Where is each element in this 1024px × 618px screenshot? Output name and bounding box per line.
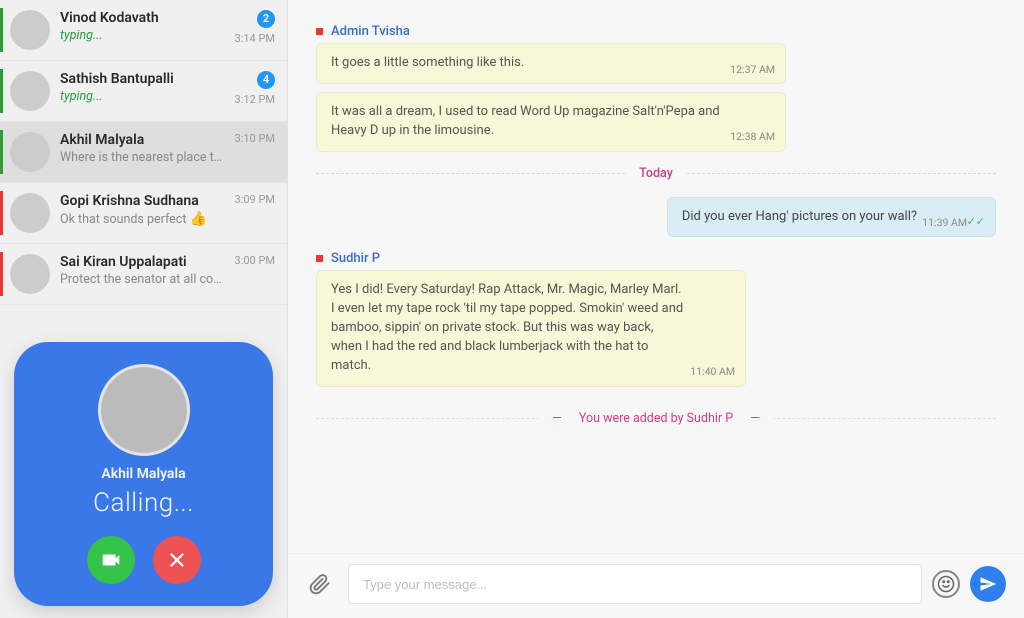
message-time: 11:39 AM [922, 215, 967, 230]
status-stripe [0, 252, 3, 296]
message-bubble[interactable]: Yes I did! Every Saturday! Rap Attack, M… [316, 270, 746, 386]
contact-time: 3:00 PM [235, 254, 275, 267]
contact-time: 3:09 PM [235, 193, 275, 206]
double-check-icon: ✓✓ [967, 214, 985, 230]
avatar [10, 254, 50, 294]
system-message: — You were added by Sudhir P — [316, 411, 996, 426]
avatar [10, 71, 50, 111]
sender-dot-icon [316, 28, 323, 35]
sender-header: Sudhir P [316, 251, 996, 266]
send-button[interactable] [970, 566, 1006, 602]
sender-name: Sudhir P [331, 251, 380, 266]
contact-time: 3:10 PM [235, 132, 275, 145]
send-icon [979, 575, 997, 593]
contact-name: Sathish Bantupalli [60, 71, 225, 87]
message-incoming: It was all a dream, I used to read Word … [316, 92, 996, 152]
message-time: 11:40 AM [690, 364, 735, 379]
video-icon [100, 549, 122, 571]
sender-dot-icon [316, 255, 323, 262]
message-bubble[interactable]: Did you ever Hang' pictures on your wall… [667, 197, 996, 238]
smile-icon [937, 575, 955, 593]
contact-name: Sai Kiran Uppalapati [60, 254, 225, 270]
end-call-button[interactable] [153, 536, 201, 584]
avatar [10, 193, 50, 233]
contact-time: 3:14 PM [235, 32, 275, 45]
message-incoming: Yes I did! Every Saturday! Rap Attack, M… [316, 270, 996, 386]
sender-name: Admin Tvisha [331, 24, 410, 39]
message-bubble[interactable]: It goes a little something like this. 12… [316, 43, 786, 84]
contact-preview: typing... [60, 28, 225, 43]
sender-header: Admin Tvisha [316, 24, 996, 39]
contact-item[interactable]: Sathish Bantupalli typing... 4 3:12 PM [0, 61, 287, 122]
sidebar: Vinod Kodavath typing... 2 3:14 PM Sathi… [0, 0, 288, 618]
attach-button[interactable] [302, 566, 338, 602]
status-stripe [0, 8, 3, 52]
message-time: 12:37 AM [730, 62, 775, 77]
message-bubble[interactable]: It was all a dream, I used to read Word … [316, 92, 786, 152]
call-caller-name: Akhil Malyala [34, 466, 253, 482]
call-card: Akhil Malyala Calling... [14, 342, 273, 606]
avatar [10, 132, 50, 172]
message-input[interactable] [348, 564, 922, 604]
call-avatar [98, 364, 190, 456]
contact-name: Gopi Krishna Sudhana [60, 193, 225, 209]
call-status: Calling... [34, 488, 253, 518]
video-call-button[interactable] [87, 536, 135, 584]
close-icon [166, 549, 188, 571]
unread-badge: 4 [257, 71, 275, 89]
message-text: Did you ever Hang' pictures on your wall… [682, 209, 917, 224]
contact-time: 3:12 PM [235, 93, 275, 106]
message-time: 12:38 AM [730, 129, 775, 144]
message-text: It was all a dream, I used to read Word … [331, 104, 720, 138]
contact-list: Vinod Kodavath typing... 2 3:14 PM Sathi… [0, 0, 287, 336]
chat-panel: Admin Tvisha It goes a little something … [288, 0, 1024, 618]
contact-name: Vinod Kodavath [60, 10, 225, 26]
composer [288, 553, 1024, 618]
contact-item[interactable]: Sai Kiran Uppalapati Protect the senator… [0, 244, 287, 305]
message-list[interactable]: Admin Tvisha It goes a little something … [288, 0, 1024, 553]
unread-badge: 2 [257, 10, 275, 28]
contact-item[interactable]: Akhil Malyala Where is the nearest place… [0, 122, 287, 183]
message-text: Yes I did! Every Saturday! Rap Attack, M… [331, 282, 683, 372]
status-stripe [0, 130, 3, 174]
avatar [10, 10, 50, 50]
status-stripe [0, 191, 3, 235]
message-incoming: It goes a little something like this. 12… [316, 43, 996, 84]
contact-item[interactable]: Vinod Kodavath typing... 2 3:14 PM [0, 0, 287, 61]
contact-name: Akhil Malyala [60, 132, 225, 148]
paperclip-icon [309, 573, 331, 595]
message-outgoing: Did you ever Hang' pictures on your wall… [316, 193, 996, 246]
contact-preview: Where is the nearest place to... [60, 150, 225, 165]
message-text: It goes a little something like this. [331, 55, 524, 70]
contact-preview: Ok that sounds perfect 👍 [60, 211, 225, 227]
thumb-up-icon: 👍 [190, 211, 207, 227]
day-separator: Today [316, 166, 996, 181]
emoji-button[interactable] [932, 570, 960, 598]
contact-preview: Protect the senator at all costs. [60, 272, 225, 287]
contact-item[interactable]: Gopi Krishna Sudhana Ok that sounds perf… [0, 183, 287, 244]
status-stripe [0, 69, 3, 113]
contact-preview: typing... [60, 89, 225, 104]
